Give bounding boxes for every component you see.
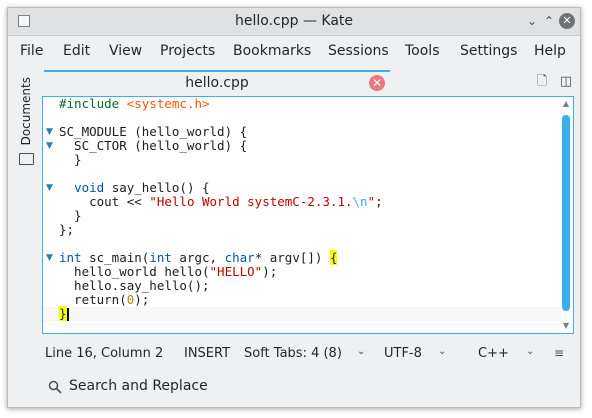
status-bar: Line 16, Column 2 INSERT Soft Tabs: 4 (8…: [8, 341, 580, 367]
chevron-down-icon[interactable]: ⌄: [438, 346, 446, 357]
title-bar[interactable]: hello.cpp — Kate ⌄ ⌃ ✕: [8, 8, 580, 36]
menu-help[interactable]: Help: [534, 43, 566, 59]
indentation-setting[interactable]: Soft Tabs: 4 (8): [244, 346, 342, 361]
cursor-position[interactable]: Line 16, Column 2: [45, 346, 163, 361]
chevron-down-icon[interactable]: ⌄: [526, 346, 534, 357]
fold-marker-icon[interactable]: ▼: [46, 141, 56, 151]
code-line-1: #include <systemc.h>: [59, 96, 210, 111]
search-icon: [48, 380, 62, 394]
search-replace-label[interactable]: Search and Replace: [69, 378, 208, 394]
menu-settings[interactable]: Settings: [460, 43, 517, 59]
vertical-scrollbar[interactable]: ▲ ▼: [561, 99, 571, 331]
code-line-16: }: [59, 306, 69, 321]
text-cursor: [66, 308, 69, 321]
code-line-12: int sc_main(int argc, char* argv[]) {: [59, 250, 338, 265]
code-line-9: }: [59, 208, 82, 223]
code-line-7: void say_hello() {: [74, 180, 210, 195]
tab-hello-cpp[interactable]: hello.cpp ✕: [44, 70, 390, 96]
menu-sessions[interactable]: Sessions: [328, 43, 389, 59]
menu-projects[interactable]: Projects: [160, 43, 215, 59]
code-line-10: };: [59, 222, 75, 237]
code-line-5: }: [59, 152, 82, 167]
word-count-icon[interactable]: ≡: [554, 346, 564, 360]
menu-view[interactable]: View: [109, 43, 142, 59]
scrollbar-thumb[interactable]: [562, 115, 570, 311]
code-area[interactable]: #include <systemc.h> SC_MODULE (hello_wo…: [59, 97, 383, 321]
folder-icon[interactable]: [19, 153, 34, 165]
window-title: hello.cpp — Kate: [234, 13, 354, 29]
close-icon[interactable]: ✕: [559, 13, 575, 29]
code-editor[interactable]: #include <systemc.h> SC_MODULE (hello_wo…: [42, 96, 574, 334]
menu-bar: File Edit View Projects Bookmarks Sessio…: [8, 36, 580, 67]
scroll-down-icon[interactable]: ▼: [561, 321, 571, 331]
fold-marker-icon[interactable]: ▼: [46, 127, 56, 137]
code-line-3: SC_MODULE (hello_world) {: [59, 124, 248, 139]
menu-file[interactable]: File: [20, 43, 43, 59]
language-mode[interactable]: C++: [478, 346, 509, 361]
code-line-13: hello_world hello("HELLO");: [59, 264, 278, 279]
tab-label: hello.cpp: [185, 75, 249, 91]
menu-bookmarks[interactable]: Bookmarks: [233, 43, 311, 59]
menu-edit[interactable]: Edit: [63, 43, 90, 59]
menu-tools[interactable]: Tools: [405, 43, 440, 59]
new-document-icon[interactable]: 🗋: [534, 74, 550, 90]
scroll-up-icon[interactable]: ▲: [561, 99, 571, 109]
fold-marker-icon[interactable]: ▼: [46, 253, 56, 263]
tab-bar: hello.cpp ✕ 🗋 ◫: [44, 70, 580, 96]
maximize-icon[interactable]: ⌃: [541, 13, 557, 29]
fold-marker-icon[interactable]: ▼: [46, 183, 56, 193]
code-line-4: SC_CTOR (hello_world) {: [59, 138, 248, 153]
sidebar-documents-label[interactable]: Documents: [19, 77, 33, 145]
tab-close-icon[interactable]: ✕: [369, 75, 385, 91]
encoding[interactable]: UTF-8: [384, 346, 422, 361]
kate-window: hello.cpp — Kate ⌄ ⌃ ✕ File Edit View Pr…: [7, 7, 581, 408]
split-view-icon[interactable]: ◫: [558, 74, 574, 90]
chevron-down-icon[interactable]: ⌄: [357, 346, 365, 357]
input-mode[interactable]: INSERT: [184, 346, 230, 361]
code-line-14: hello.say_hello();: [59, 278, 210, 293]
minimize-icon[interactable]: ⌄: [524, 13, 540, 29]
code-line-8: cout << "Hello World systemC-2.3.1.\n";: [59, 194, 383, 209]
code-line-15: return(0);: [59, 292, 150, 307]
search-bar[interactable]: Search and Replace: [8, 373, 580, 403]
